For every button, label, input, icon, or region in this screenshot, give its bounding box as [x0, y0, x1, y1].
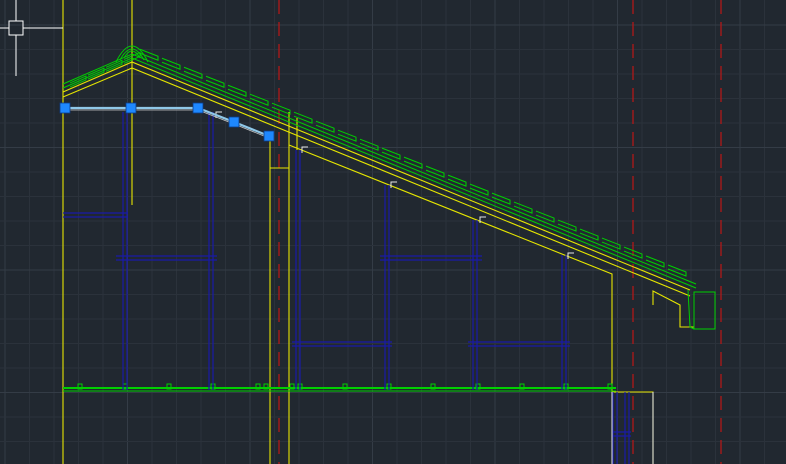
roof-tile	[579, 228, 599, 241]
roof-top-line	[62, 67, 691, 297]
grip-square-icon[interactable]	[228, 116, 240, 128]
grip-square-icon[interactable]	[192, 102, 204, 114]
roof-tile	[667, 264, 687, 277]
wall-and-frame-layer	[62, 0, 694, 464]
background-grid	[0, 0, 786, 464]
drawing-canvas[interactable]	[0, 0, 786, 464]
grip-square-icon[interactable]	[59, 102, 71, 114]
centerline-layer	[278, 0, 722, 464]
grip-square-icon[interactable]	[125, 102, 137, 114]
roof-tile	[645, 255, 665, 268]
roof-tile	[535, 210, 555, 223]
grip-square-icon[interactable]	[263, 130, 275, 142]
pickbox-icon	[8, 20, 24, 36]
drawing-viewport[interactable]: roof section with gable ridge, rafters, …	[0, 0, 786, 464]
roof-tile	[557, 219, 577, 232]
timber-frame-layer	[63, 112, 631, 464]
gutter	[693, 291, 716, 330]
roof-tile	[513, 201, 533, 214]
